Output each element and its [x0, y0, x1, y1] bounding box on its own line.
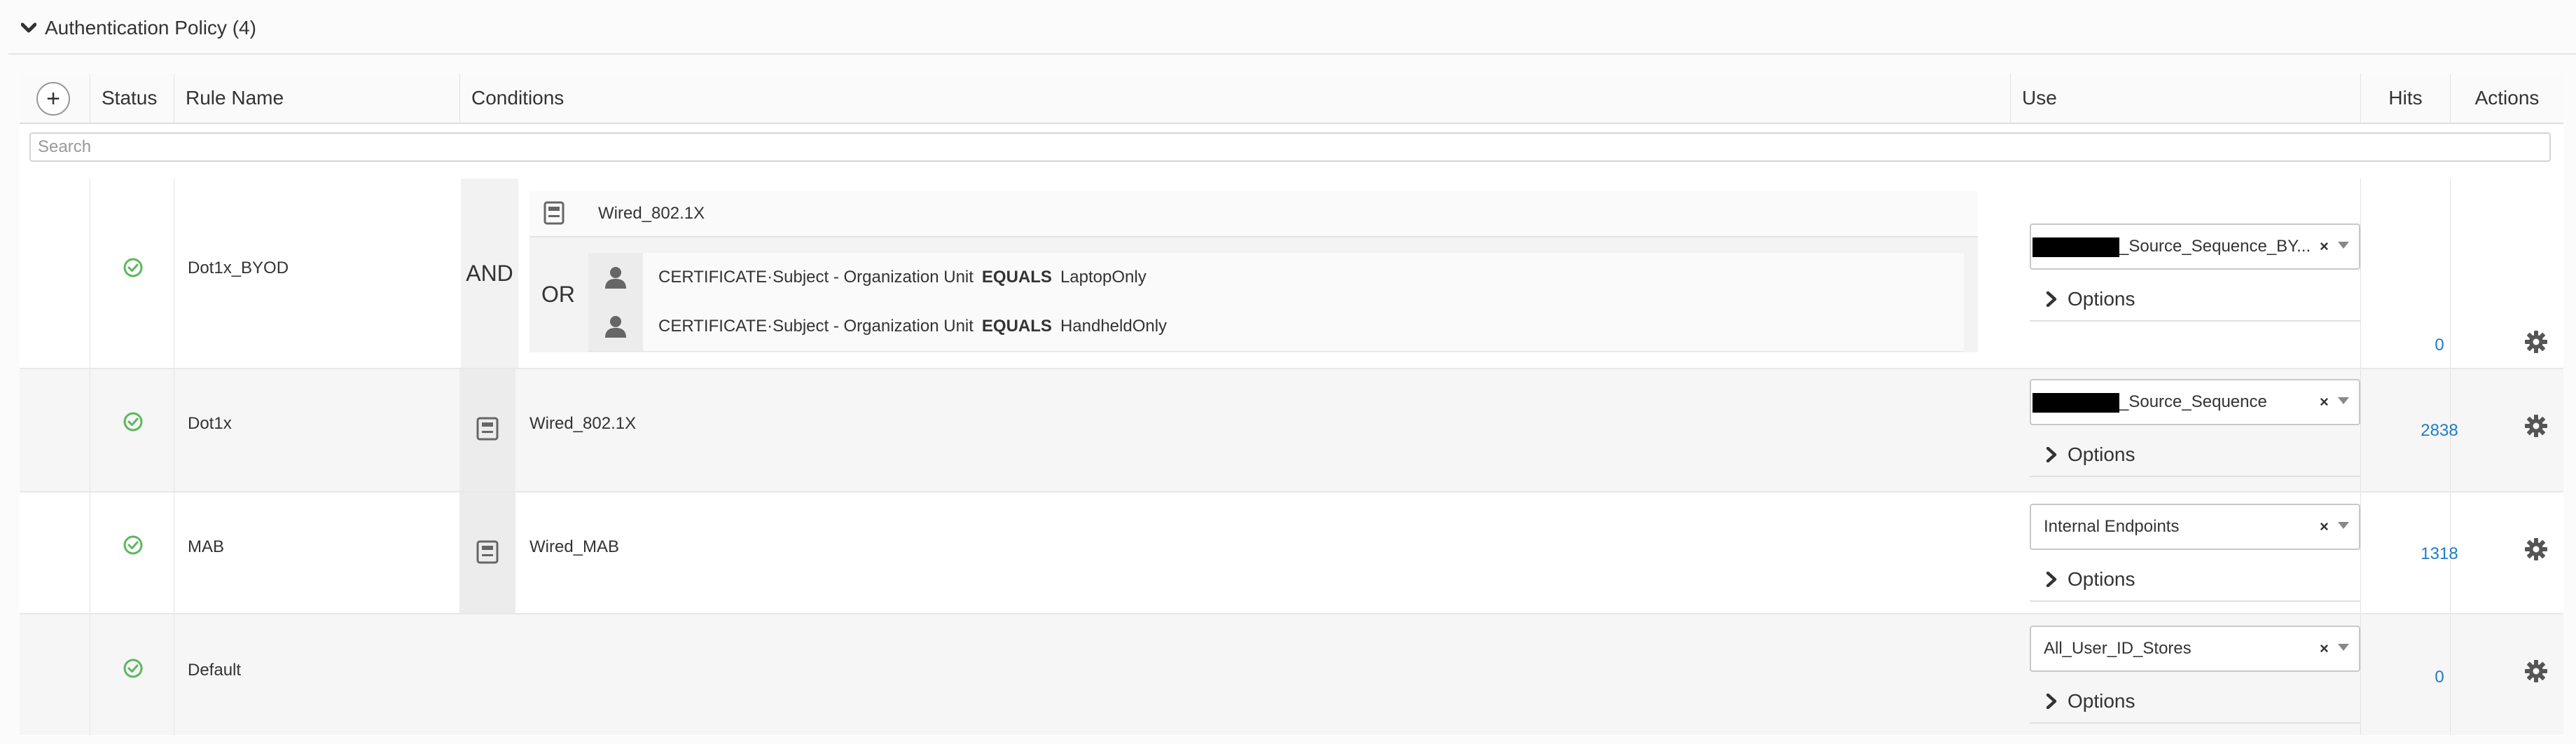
chevron-right-icon — [2046, 291, 2057, 307]
redacted-block — [2033, 393, 2119, 413]
rule-name[interactable]: Default — [188, 661, 241, 680]
library-condition-icon — [543, 201, 565, 225]
dropdown-caret-icon[interactable] — [2338, 644, 2349, 651]
hits-count[interactable]: 0 — [2408, 668, 2471, 687]
identity-source-select[interactable]: _Source_Sequence_BY... × — [2030, 223, 2360, 270]
identity-source-select[interactable]: _Source_Sequence × — [2030, 379, 2360, 425]
dropdown-caret-icon[interactable] — [2338, 242, 2349, 249]
column-header-conditions: Conditions — [459, 74, 2010, 123]
section-divider — [8, 53, 2576, 55]
condition-name[interactable]: Wired_MAB — [529, 537, 619, 557]
clear-icon[interactable]: × — [2320, 225, 2329, 268]
condition-block[interactable]: Wired_802.1X OR CERTIFICATE·Subject - Or… — [529, 191, 1978, 352]
user-attribute-icon — [588, 253, 643, 302]
condition-row[interactable]: CERTIFICATE·Subject - Organization Unit E… — [588, 253, 1964, 303]
gear-icon[interactable] — [2524, 330, 2548, 354]
add-rule-button[interactable]: + — [36, 82, 70, 116]
user-attribute-icon — [588, 302, 643, 351]
table-row[interactable]: Dot1x Wired_802.1X _Source_Sequence × Op… — [20, 369, 2563, 492]
options-label: Options — [2068, 690, 2135, 712]
and-operator: AND — [461, 179, 518, 368]
table-row[interactable]: Dot1x_BYOD AND Wired_802.1X OR CERTIFICA… — [20, 179, 2563, 369]
table-header: + Status Rule Name Conditions Use Hits A… — [20, 74, 2563, 124]
chevron-right-icon — [2046, 447, 2057, 462]
options-toggle[interactable]: Options — [2030, 278, 2360, 322]
authentication-policy-page: Authentication Policy (4) + Status Rule … — [0, 0, 2576, 744]
condition-name[interactable]: Wired_802.1X — [529, 414, 636, 434]
hits-count[interactable]: 2838 — [2408, 421, 2471, 441]
identity-source-select[interactable]: All_User_ID_Stores × — [2030, 626, 2360, 672]
section-header[interactable]: Authentication Policy (4) — [21, 10, 256, 46]
table-row[interactable]: MAB Wired_MAB Internal Endpoints × Optio… — [20, 492, 2563, 614]
column-header-status: Status — [90, 74, 174, 123]
identity-source-value: All_User_ID_Stores — [2044, 639, 2191, 658]
condition-name: Wired_802.1X — [598, 204, 705, 223]
hits-count[interactable]: 0 — [2408, 336, 2471, 355]
section-title: Authentication Policy (4) — [45, 17, 256, 39]
hits-count[interactable]: 1318 — [2408, 544, 2471, 564]
library-condition-icon — [476, 540, 499, 564]
or-operator: OR — [541, 281, 575, 307]
gear-icon[interactable] — [2524, 537, 2548, 561]
options-toggle[interactable]: Options — [2030, 680, 2360, 724]
check-circle-icon — [123, 659, 143, 678]
column-header-actions: Actions — [2450, 74, 2563, 123]
redacted-block — [2033, 237, 2119, 257]
gear-icon[interactable] — [2524, 414, 2548, 438]
search-row — [20, 124, 2563, 174]
table-row[interactable]: Default All_User_ID_Stores × Options 0 — [20, 614, 2563, 735]
library-condition-icon — [476, 417, 499, 441]
identity-source-value: _Source_Sequence — [2119, 392, 2267, 411]
clear-icon[interactable]: × — [2320, 627, 2329, 670]
chevron-right-icon — [2046, 572, 2057, 587]
options-toggle[interactable]: Options — [2030, 558, 2360, 602]
options-label: Options — [2068, 288, 2135, 310]
options-label: Options — [2068, 568, 2135, 590]
rule-name[interactable]: Dot1x_BYOD — [188, 259, 289, 278]
column-header-rule-name: Rule Name — [174, 74, 459, 123]
condition-icon-cell — [459, 369, 515, 491]
check-circle-icon — [123, 412, 143, 432]
condition-row[interactable]: Wired_802.1X — [529, 191, 1978, 237]
dropdown-caret-icon[interactable] — [2338, 397, 2349, 404]
add-column-header: + — [20, 74, 90, 123]
column-header-use: Use — [2010, 74, 2360, 123]
policy-table: + Status Rule Name Conditions Use Hits A… — [20, 74, 2563, 736]
dropdown-caret-icon[interactable] — [2338, 522, 2349, 529]
identity-source-value: _Source_Sequence_BY... — [2119, 237, 2311, 256]
options-toggle[interactable]: Options — [2030, 434, 2360, 477]
rule-name[interactable]: MAB — [188, 537, 224, 557]
search-input[interactable] — [29, 132, 2551, 162]
clear-icon[interactable]: × — [2320, 505, 2329, 549]
rule-name[interactable]: Dot1x — [188, 414, 232, 434]
check-circle-icon — [123, 258, 143, 277]
condition-row[interactable]: CERTIFICATE·Subject - Organization Unit E… — [588, 302, 1964, 352]
check-circle-icon — [123, 535, 143, 555]
chevron-down-icon[interactable] — [21, 20, 36, 36]
identity-source-value: Internal Endpoints — [2044, 517, 2180, 536]
condition-expression: CERTIFICATE·Subject - Organization Unit E… — [658, 268, 1147, 287]
gear-icon[interactable] — [2524, 659, 2548, 683]
clear-icon[interactable]: × — [2320, 380, 2329, 424]
condition-expression: CERTIFICATE·Subject - Organization Unit E… — [658, 317, 1168, 336]
chevron-right-icon — [2046, 694, 2057, 709]
condition-icon-cell — [459, 492, 515, 613]
column-header-hits: Hits — [2360, 74, 2450, 123]
identity-source-select[interactable]: Internal Endpoints × — [2030, 504, 2360, 550]
options-label: Options — [2068, 443, 2135, 465]
